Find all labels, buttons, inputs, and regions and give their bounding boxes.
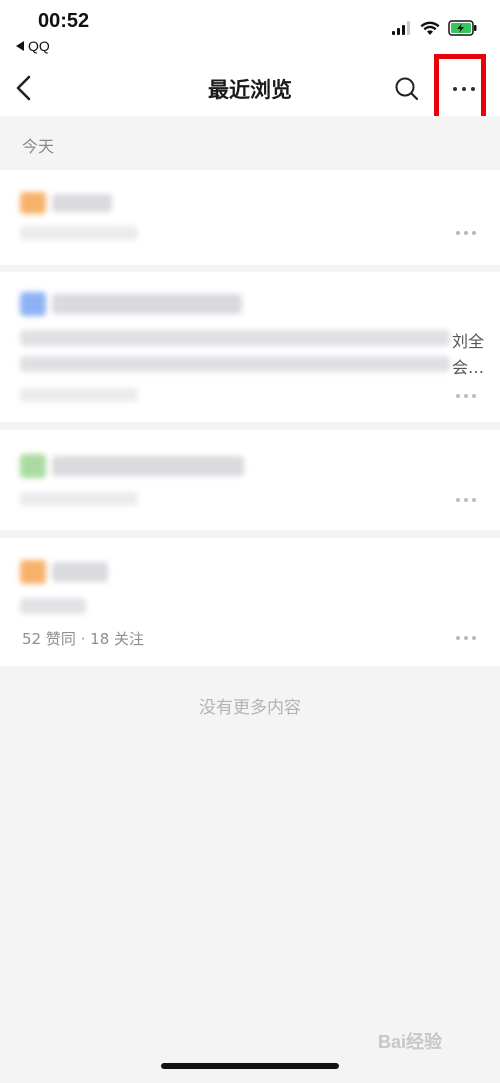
history-item[interactable]	[0, 170, 500, 265]
history-item[interactable]: 52 赞同 · 18 关注	[0, 538, 500, 666]
back-app-label: QQ	[28, 38, 50, 54]
more-dot-icon	[472, 394, 476, 398]
blurred-title	[52, 456, 244, 476]
more-dot-icon	[456, 231, 460, 235]
more-dot-icon	[472, 231, 476, 235]
source-avatar	[20, 560, 46, 584]
nav-bar: 最近浏览	[0, 60, 500, 116]
page-title: 最近浏览	[208, 78, 292, 102]
more-dot-icon	[472, 498, 476, 502]
battery-charging-icon	[448, 20, 477, 36]
more-dot-icon	[456, 394, 460, 398]
section-label: 今天	[22, 137, 55, 156]
item-more-button[interactable]	[456, 394, 476, 398]
section-header-today: 今天	[0, 116, 500, 170]
excerpt-peek-text: 刘全	[452, 332, 485, 351]
item-more-button[interactable]	[456, 636, 476, 640]
end-of-list-note: 没有更多内容	[199, 698, 301, 718]
excerpt-peek-text: 会…	[452, 358, 485, 377]
blurred-meta	[20, 388, 138, 402]
blurred-title	[52, 294, 242, 314]
watermark-logo: Bai经验	[378, 1032, 443, 1052]
more-dot-icon	[472, 636, 476, 640]
blurred-title	[52, 194, 112, 212]
home-indicator[interactable]	[161, 1063, 339, 1069]
source-avatar	[20, 292, 46, 316]
search-button[interactable]	[390, 72, 424, 106]
more-dot-icon	[464, 498, 468, 502]
back-triangle-icon	[16, 41, 24, 51]
blurred-excerpt	[20, 598, 86, 614]
blurred-excerpt-line	[20, 330, 450, 346]
history-item[interactable]	[0, 430, 500, 530]
more-dot-icon	[464, 231, 468, 235]
back-to-app-link[interactable]: QQ	[16, 38, 50, 54]
blurred-meta	[20, 226, 138, 240]
signal-icon	[392, 21, 410, 35]
more-dot-icon	[464, 636, 468, 640]
source-avatar	[20, 192, 46, 214]
highlight-annotation	[434, 54, 486, 125]
more-dot-icon	[456, 636, 460, 640]
search-icon	[395, 77, 419, 101]
item-more-button[interactable]	[456, 498, 476, 502]
status-time: 00:52	[38, 10, 90, 32]
blurred-meta	[20, 492, 138, 506]
item-more-button[interactable]	[456, 231, 476, 235]
screen: 00:52 QQ 最近浏览 今天 刘全 会… 52 赞同 · 18 关注 没有更…	[0, 0, 500, 1083]
more-dot-icon	[456, 498, 460, 502]
item-stats: 52 赞同 · 18 关注	[22, 630, 145, 648]
blurred-excerpt-line	[20, 356, 450, 372]
source-avatar	[20, 454, 46, 478]
status-bar: 00:52 QQ	[0, 0, 500, 60]
history-item[interactable]: 刘全 会…	[0, 272, 500, 422]
status-icons	[392, 20, 478, 36]
more-dot-icon	[464, 394, 468, 398]
blurred-title	[52, 562, 108, 582]
wifi-icon	[420, 21, 440, 35]
